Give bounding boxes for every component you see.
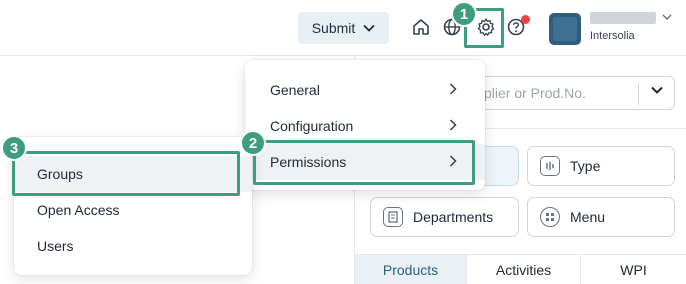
search-divider: [638, 83, 639, 105]
tile-label: Departments: [413, 209, 494, 225]
submit-button-label: Submit: [311, 20, 356, 36]
tab-bar: Products Activities WPI: [355, 254, 686, 284]
chevron-down-icon[interactable]: [651, 86, 663, 94]
user-org: Intersolia: [590, 30, 635, 42]
highlight-permissions: [253, 140, 475, 185]
tile-label: Menu: [570, 209, 606, 225]
tile-type[interactable]: Type: [527, 146, 675, 186]
tile-menu[interactable]: Menu: [527, 197, 675, 237]
tab-products[interactable]: Products: [355, 255, 467, 284]
tab-activities[interactable]: Activities: [467, 255, 581, 284]
menu-item-configuration[interactable]: Configuration: [245, 108, 485, 144]
notification-dot: [521, 15, 530, 24]
type-icon: [540, 156, 560, 176]
chevron-right-icon: [449, 119, 457, 131]
highlight-groups: [12, 151, 240, 196]
submenu-item-open-access[interactable]: Open Access: [14, 192, 252, 228]
menu-item-general[interactable]: General: [245, 72, 485, 108]
submit-button[interactable]: Submit: [298, 12, 389, 44]
step-badge-2: 2: [240, 130, 266, 156]
chevron-down-icon[interactable]: [662, 14, 672, 21]
tab-wpi[interactable]: WPI: [581, 255, 686, 284]
home-icon[interactable]: [410, 16, 432, 38]
submenu-item-users[interactable]: Users: [14, 228, 252, 264]
user-name-blurred: [590, 12, 656, 24]
tile-label: Type: [570, 158, 601, 174]
tile-departments[interactable]: Departments: [370, 197, 519, 237]
step-badge-1: 1: [451, 1, 477, 27]
search-placeholder: plier or Prod.No.: [484, 85, 586, 101]
chevron-down-icon: [363, 24, 375, 32]
departments-icon: [383, 207, 403, 227]
step-badge-3: 3: [1, 135, 27, 161]
top-header: Submit Intersolia: [0, 0, 686, 56]
avatar[interactable]: [549, 13, 581, 45]
menu-icon: [540, 207, 560, 227]
chevron-right-icon: [449, 83, 457, 95]
